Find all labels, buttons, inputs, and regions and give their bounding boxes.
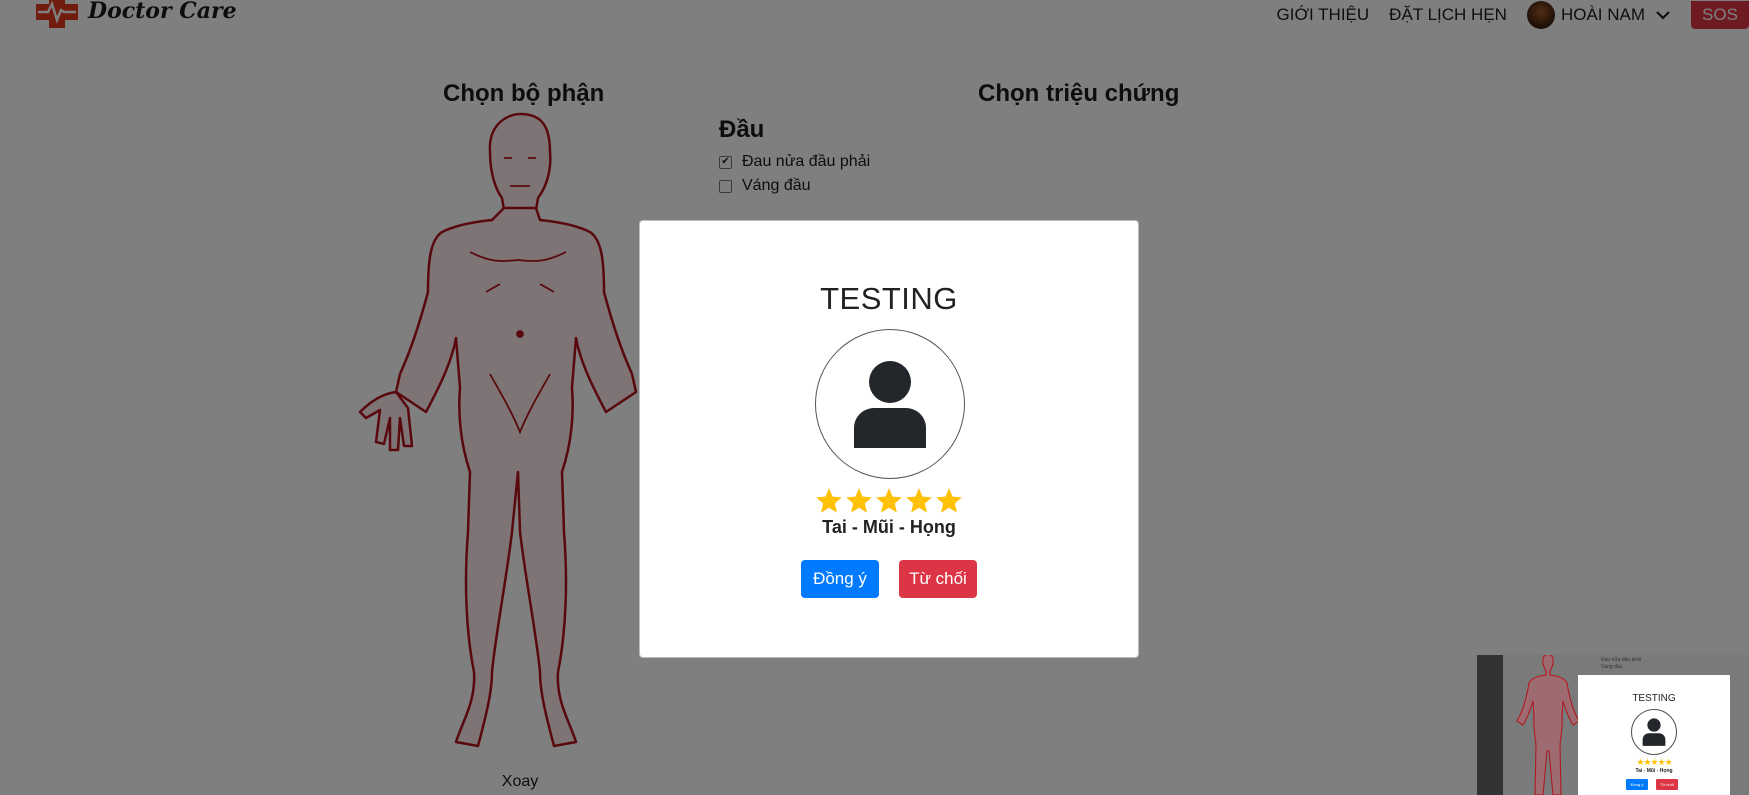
preview-modal-title: TESTING bbox=[1632, 693, 1676, 704]
preview-accept-button: Đồng ý bbox=[1626, 779, 1648, 790]
preview-symptom-text: Đau nửa đầu phải bbox=[1601, 657, 1642, 663]
preview-reject-button: Từ chối bbox=[1656, 779, 1678, 790]
star-icon bbox=[906, 488, 932, 513]
screen-preview-thumbnail[interactable]: Đau nửa đầu phải Váng đầu TESTING ★★★★★ … bbox=[1477, 655, 1749, 795]
reject-button[interactable]: Từ chối bbox=[899, 560, 977, 598]
accept-button[interactable]: Đồng ý bbox=[801, 560, 879, 598]
star-icon bbox=[876, 488, 902, 513]
preview-symptom-text: Váng đầu bbox=[1601, 664, 1623, 670]
preview-modal: TESTING ★★★★★ Tai - Mũi - Họng Đồng ý Từ… bbox=[1578, 675, 1730, 795]
preview-rating-stars: ★★★★★ bbox=[1636, 757, 1672, 767]
preview-side-bar bbox=[1477, 655, 1503, 795]
user-icon bbox=[854, 361, 926, 448]
preview-doctor-avatar bbox=[1631, 709, 1677, 755]
rating-stars bbox=[640, 487, 1138, 515]
star-icon bbox=[936, 488, 962, 513]
preview-specialty: Tai - Mũi - Họng bbox=[1635, 768, 1673, 774]
doctor-avatar bbox=[815, 329, 965, 479]
user-icon bbox=[1642, 718, 1666, 746]
doctor-match-modal: TESTING Tai - Mũi - Họng Đồng ý Từ chối bbox=[639, 220, 1139, 658]
modal-title: TESTING bbox=[820, 281, 958, 316]
star-icon bbox=[846, 488, 872, 513]
doctor-specialty: Tai - Mũi - Họng bbox=[822, 517, 956, 537]
star-icon bbox=[816, 488, 842, 513]
